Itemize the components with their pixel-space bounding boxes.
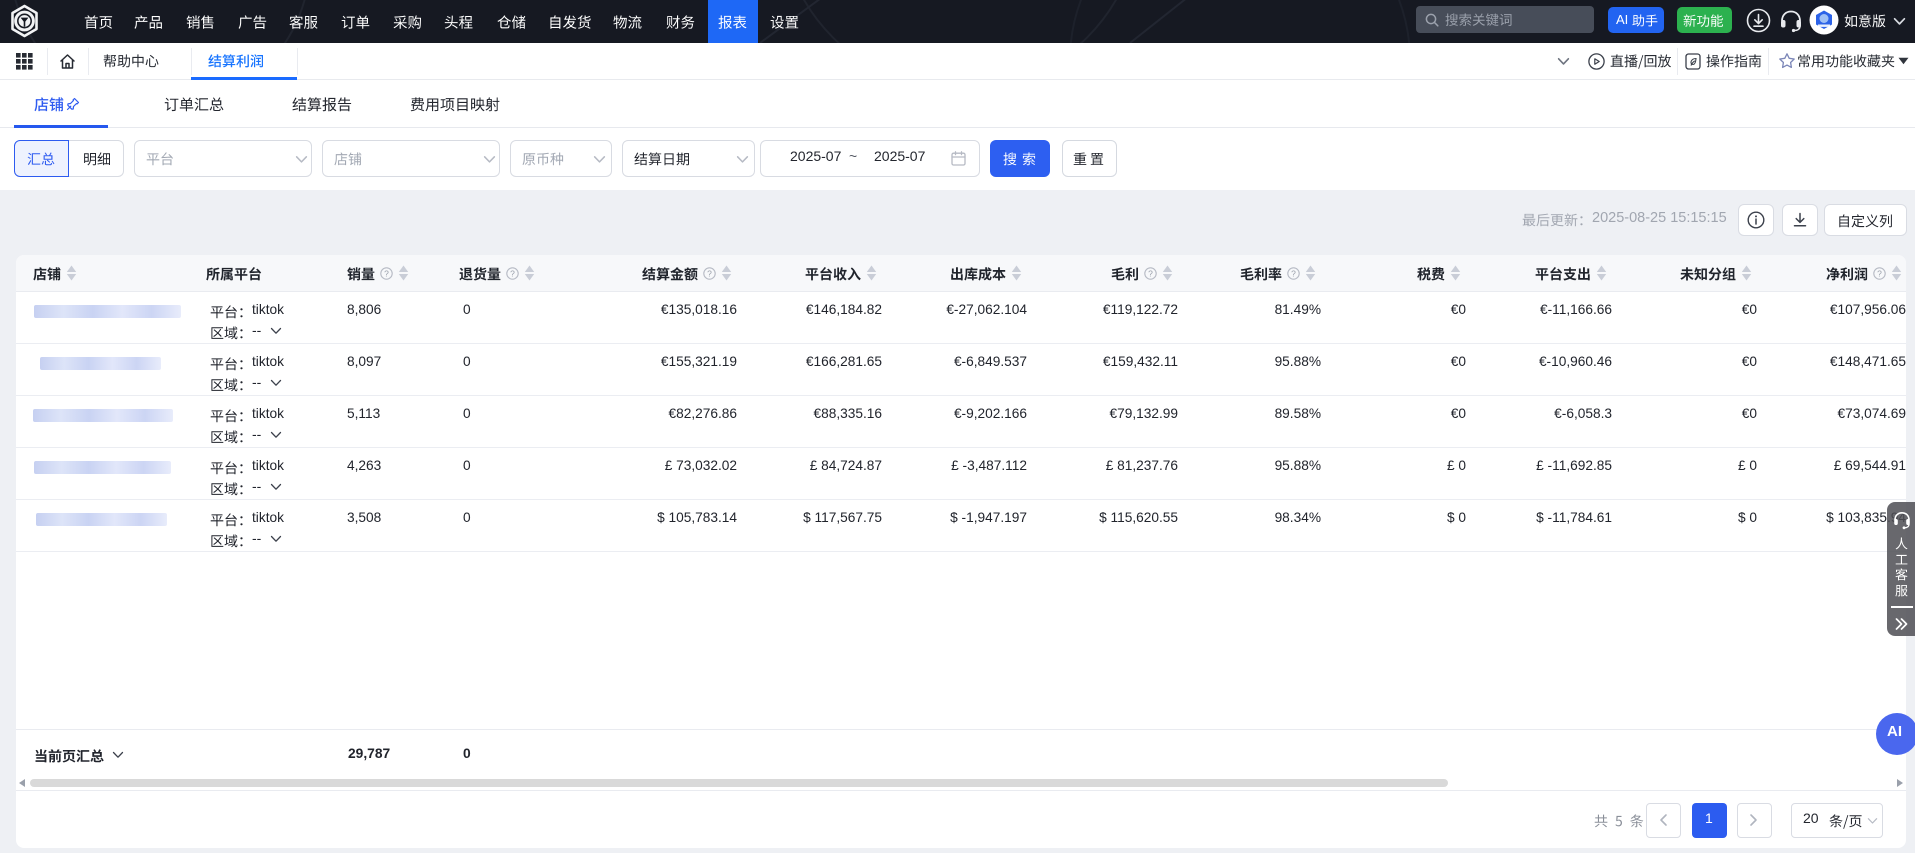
svg-text:?: ?	[510, 268, 515, 278]
svg-text:?: ?	[1291, 268, 1296, 278]
svg-text:?: ?	[1877, 268, 1882, 278]
svg-text:?: ?	[1148, 268, 1153, 278]
svg-text:?: ?	[707, 268, 712, 278]
svg-text:?: ?	[384, 268, 389, 278]
